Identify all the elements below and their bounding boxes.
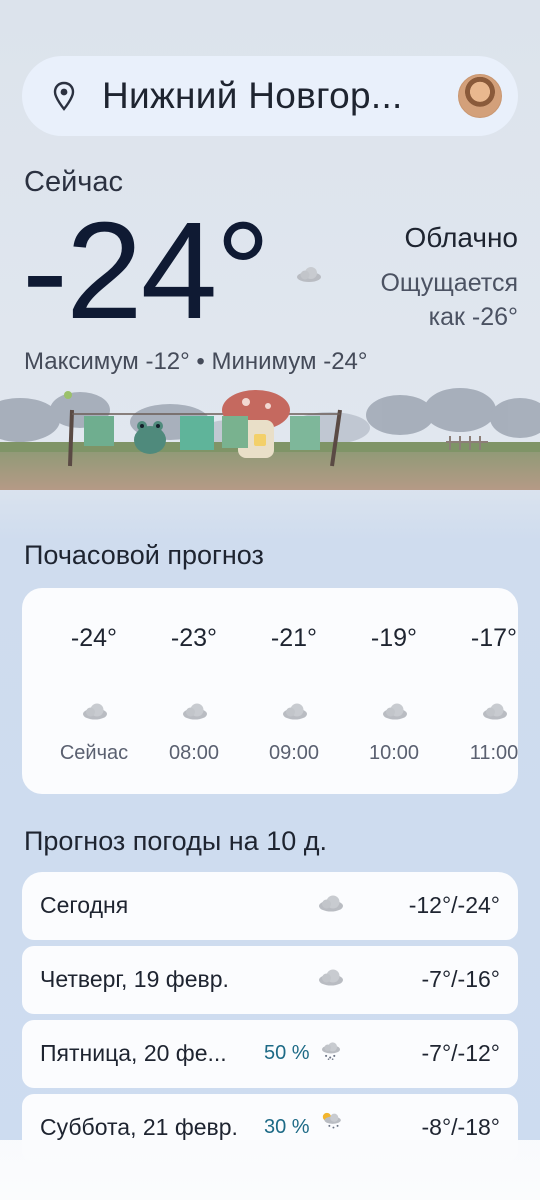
hourly-time: 11:00 — [469, 742, 518, 764]
hourly-temp: -19° — [370, 624, 418, 652]
hourly-temp: -24° — [70, 624, 118, 652]
day-name: Сегодня — [40, 892, 129, 918]
cloud-icon — [297, 267, 321, 282]
day-name: Пятница, 20 фе... — [40, 1040, 227, 1066]
snow-cloud-icon — [322, 1042, 340, 1060]
cloud-icon — [383, 703, 407, 720]
hourly-forecast-title: Почасовой прогноз — [24, 540, 264, 570]
hourly-item[interactable]: -17° 11:00 — [444, 588, 518, 794]
bottom-fade — [0, 1140, 540, 1200]
day-temp-range: -12°/-24° — [408, 892, 500, 918]
cloud-icon — [183, 703, 207, 720]
hourly-time: 10:00 — [368, 742, 420, 764]
sun-snow-cloud-icon — [322, 1112, 341, 1129]
feels-like-line2: как -26° — [428, 303, 518, 331]
day-temp-range: -7°/-16° — [421, 966, 500, 992]
user-avatar[interactable] — [458, 74, 502, 118]
cloud-icon — [83, 703, 107, 720]
location-pin-icon — [53, 81, 75, 111]
max-min-temperature: Максимум -12° • Минимум -24° — [24, 348, 368, 375]
hourly-forecast-card[interactable]: -24° Сейчас -23° 08:00 -21° 09:00 -19° 1… — [22, 588, 518, 794]
cloud-icon — [283, 703, 307, 720]
current-condition: Облачно — [404, 222, 518, 253]
day-name: Суббота, 21 февр. — [40, 1114, 238, 1140]
cloud-icon — [319, 895, 343, 912]
location-search-bar[interactable]: Нижний Новгор... — [22, 56, 518, 136]
current-temperature: -24° — [22, 194, 271, 348]
hourly-temp: -23° — [170, 624, 218, 652]
cloud-icon — [483, 703, 507, 720]
hourly-item[interactable]: -21° 09:00 — [244, 588, 344, 794]
day-temp-range: -7°/-12° — [421, 1040, 500, 1066]
precip-chance: 30 % — [264, 1116, 310, 1138]
day-name: Четверг, 19 февр. — [40, 966, 229, 992]
hourly-time: 09:00 — [268, 742, 320, 764]
daily-row-today[interactable]: Сегодня -12°/-24° — [22, 872, 518, 940]
hourly-temp: -17° — [470, 624, 518, 652]
hourly-item[interactable]: -23° 08:00 — [144, 588, 244, 794]
weather-illustration — [0, 388, 540, 490]
hourly-temp: -21° — [270, 624, 318, 652]
hourly-time: 08:00 — [168, 742, 220, 764]
daily-row-friday[interactable]: Пятница, 20 фе... 50 % -7°/-12° — [22, 1020, 518, 1088]
hourly-time: Сейчас — [59, 742, 129, 764]
day-temp-range: -8°/-18° — [421, 1114, 500, 1140]
cloud-icon — [319, 969, 343, 986]
daily-forecast-title: Прогноз погоды на 10 д. — [24, 826, 327, 856]
daily-row-thursday[interactable]: Четверг, 19 февр. -7°/-16° — [22, 946, 518, 1014]
feels-like: Ощущается как -26° — [380, 266, 518, 334]
hourly-item[interactable]: -24° Сейчас — [44, 588, 144, 794]
location-name: Нижний Новгор... — [102, 75, 403, 116]
hourly-item[interactable]: -19° 10:00 — [344, 588, 444, 794]
feels-like-line1: Ощущается — [380, 269, 518, 297]
precip-chance: 50 % — [264, 1042, 310, 1064]
